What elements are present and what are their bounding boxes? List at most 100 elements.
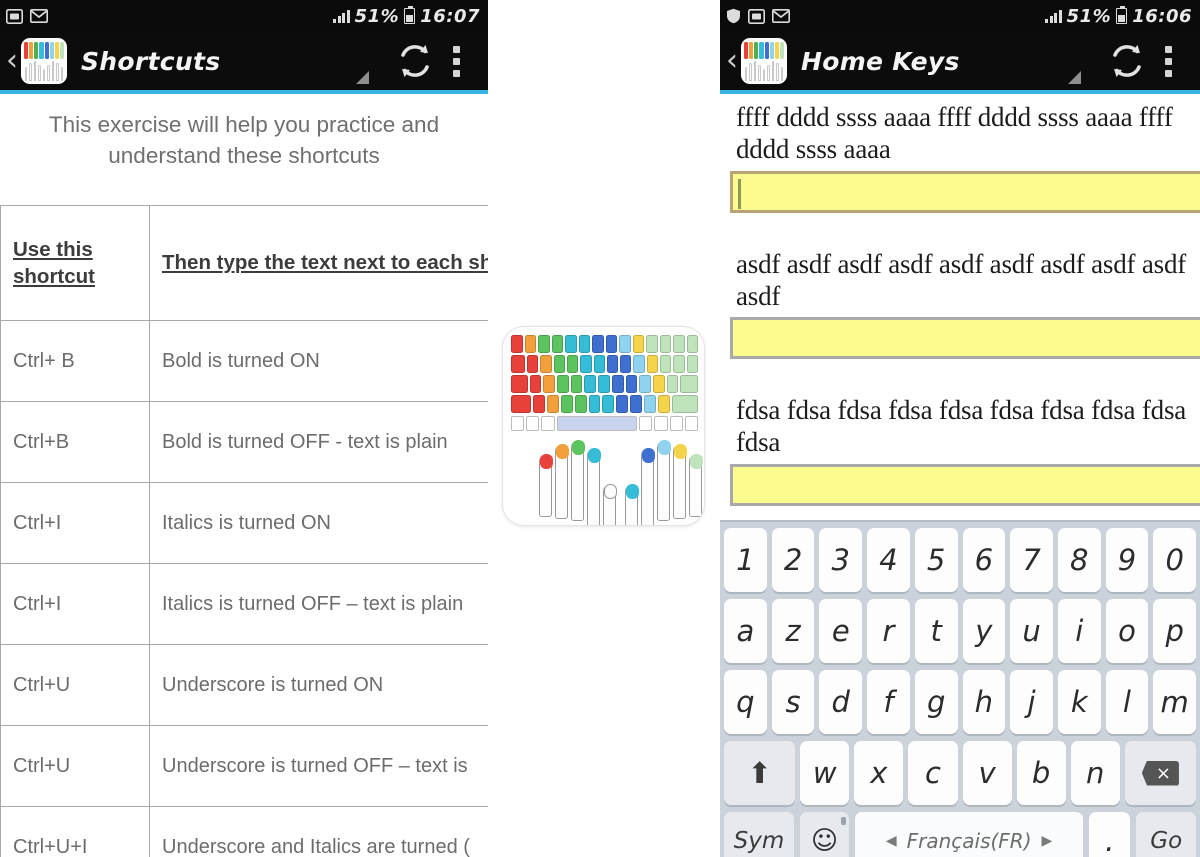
- key-v[interactable]: v: [962, 741, 1012, 805]
- key-6[interactable]: 6: [962, 528, 1006, 592]
- description-cell: Underscore is turned OFF – text is: [149, 725, 488, 808]
- back-icon[interactable]: ‹: [4, 46, 20, 76]
- key-m[interactable]: m: [1153, 670, 1197, 734]
- keyboard-row-bottom-letters: ⬆ w x c v b n ×: [724, 741, 1196, 805]
- shift-key[interactable]: ⬆: [724, 741, 796, 805]
- key-2[interactable]: 2: [771, 528, 815, 592]
- description-cell: Bold is turned OFF - text is plain: [149, 401, 488, 484]
- emoji-key[interactable]: ☺: [799, 812, 850, 857]
- refresh-icon[interactable]: [1107, 41, 1147, 81]
- table-header-row: Use this shortcut Then type the text nex…: [0, 205, 488, 322]
- table-row: Ctrl+U Underscore is turned OFF – text is: [0, 725, 488, 808]
- key-e[interactable]: e: [819, 599, 863, 663]
- space-key[interactable]: ◀ Français(FR) ▶: [855, 812, 1084, 857]
- key-k[interactable]: k: [1057, 670, 1101, 734]
- icon-keyboard-graphic: [511, 335, 699, 431]
- screenshot-stage: 51% 16:07 ‹ Shortcuts This exercise will…: [0, 0, 1200, 857]
- prev-layout-icon[interactable]: ◀: [886, 833, 897, 849]
- battery-icon: [404, 5, 416, 24]
- key-q[interactable]: q: [723, 670, 767, 734]
- key-g[interactable]: g: [914, 670, 958, 734]
- battery-percent-label: 51%: [1066, 5, 1112, 27]
- key-h[interactable]: h: [962, 670, 1006, 734]
- next-layout-icon[interactable]: ▶: [1042, 833, 1053, 849]
- exercise-item: fdsa fdsa fdsa fdsa fdsa fdsa fdsa fdsa …: [720, 395, 1200, 507]
- description-cell: Underscore is turned ON: [149, 644, 488, 727]
- typing-app-icon: [21, 38, 67, 84]
- key-0[interactable]: 0: [1153, 528, 1197, 592]
- period-key[interactable]: .: [1089, 812, 1131, 857]
- signal-icon: [1045, 9, 1062, 23]
- key-7[interactable]: 7: [1010, 528, 1053, 592]
- key-i[interactable]: i: [1057, 599, 1101, 663]
- mail-icon: [772, 9, 790, 23]
- corner-triangle-icon: [356, 71, 369, 84]
- screenshot-icon: [6, 8, 23, 24]
- backspace-key[interactable]: ×: [1124, 741, 1196, 805]
- key-n[interactable]: n: [1070, 741, 1120, 805]
- soft-keyboard: 1 2 3 4 5 6 7 8 9 0 a z e r t y u i o p …: [720, 520, 1200, 857]
- table-row: Ctrl+ B Bold is turned ON: [0, 320, 488, 403]
- exercise-item: asdf asdf asdf asdf asdf asdf asdf asdf …: [720, 249, 1200, 360]
- overflow-menu-icon[interactable]: [453, 45, 460, 77]
- description-cell: Italics is turned ON: [149, 482, 488, 565]
- overflow-menu-icon[interactable]: [1165, 45, 1172, 77]
- key-o[interactable]: o: [1105, 599, 1149, 663]
- exercise-input-2[interactable]: [730, 317, 1200, 360]
- key-l[interactable]: l: [1105, 670, 1149, 734]
- key-r[interactable]: r: [867, 599, 910, 663]
- back-icon[interactable]: ‹: [724, 46, 740, 76]
- key-t[interactable]: t: [914, 599, 958, 663]
- key-x[interactable]: x: [854, 741, 904, 805]
- key-f[interactable]: f: [867, 670, 910, 734]
- exercise-list: ffff dddd ssss aaaa ffff dddd ssss aaaa …: [720, 94, 1200, 507]
- key-c[interactable]: c: [908, 741, 958, 805]
- left-phone-screen: 51% 16:07 ‹ Shortcuts This exercise will…: [0, 0, 488, 857]
- key-j[interactable]: j: [1010, 670, 1053, 734]
- key-y[interactable]: y: [962, 599, 1006, 663]
- key-8[interactable]: 8: [1057, 528, 1101, 592]
- battery-icon: [1116, 5, 1128, 24]
- key-9[interactable]: 9: [1105, 528, 1149, 592]
- shield-icon: [727, 8, 740, 24]
- key-w[interactable]: w: [800, 741, 850, 805]
- right-phone-screen: 51% 16:06 ‹ Home Keys ffff dddd ssss aaa…: [720, 0, 1200, 857]
- shortcut-cell: Ctrl+B: [0, 401, 150, 484]
- key-a[interactable]: a: [723, 599, 767, 663]
- shortcut-cell: Ctrl+U+I: [0, 806, 150, 857]
- keyboard-row-numbers: 1 2 3 4 5 6 7 8 9 0: [723, 528, 1197, 592]
- right-status-bar: 51% 16:06: [720, 0, 1200, 32]
- key-p[interactable]: p: [1153, 599, 1197, 663]
- key-1[interactable]: 1: [723, 528, 767, 592]
- key-3[interactable]: 3: [819, 528, 863, 592]
- description-cell: Italics is turned OFF – text is plain: [149, 563, 488, 646]
- exercise-item: ffff dddd ssss aaaa ffff dddd ssss aaaa …: [720, 102, 1200, 213]
- key-4[interactable]: 4: [867, 528, 910, 592]
- status-time: 16:07: [420, 5, 480, 27]
- key-d[interactable]: d: [819, 670, 863, 734]
- exercise-input-3[interactable]: [730, 464, 1200, 507]
- key-s[interactable]: s: [771, 670, 815, 734]
- exercise-input-1[interactable]: [730, 170, 1200, 213]
- icon-hands-graphic: [503, 437, 704, 525]
- key-5[interactable]: 5: [914, 528, 958, 592]
- table-header-cell: Use this shortcut: [0, 205, 150, 322]
- description-cell: Bold is turned ON: [149, 320, 488, 403]
- table-row: Ctrl+B Bold is turned OFF - text is plain: [0, 401, 488, 484]
- typing-tutor-app-icon: [502, 326, 705, 526]
- shortcut-cell: Ctrl+U: [0, 644, 150, 727]
- refresh-icon[interactable]: [395, 41, 435, 81]
- key-z[interactable]: z: [771, 599, 815, 663]
- table-row: Ctrl+U+I Underscore and Italics are turne…: [0, 806, 488, 857]
- page-title: Home Keys: [801, 46, 960, 76]
- page-title: Shortcuts: [81, 46, 221, 76]
- key-b[interactable]: b: [1016, 741, 1066, 805]
- go-key[interactable]: Go: [1136, 812, 1197, 857]
- symbols-key[interactable]: Sym: [724, 812, 794, 857]
- battery-percent-label: 51%: [354, 5, 400, 27]
- screenshot-icon: [748, 8, 765, 24]
- backspace-icon: ×: [1141, 760, 1179, 786]
- table-row: Ctrl+I Italics is turned OFF – text is pl…: [0, 563, 488, 646]
- emoji-icon: ☺: [810, 817, 847, 856]
- key-u[interactable]: u: [1010, 599, 1053, 663]
